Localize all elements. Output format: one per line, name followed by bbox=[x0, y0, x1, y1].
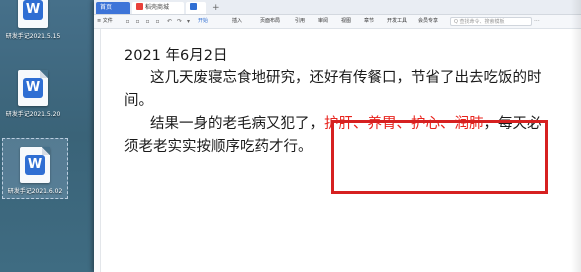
print-icon[interactable]: ▫ bbox=[134, 18, 141, 25]
word-doc-icon bbox=[190, 3, 197, 10]
desktop-file-icon-0515[interactable]: W 研发手记2021.5.15 bbox=[0, 0, 66, 40]
docer-icon bbox=[136, 3, 143, 10]
file-caption: 研发手记2021.5.15 bbox=[5, 33, 61, 40]
dropdown-chevron-icon[interactable]: ▾ bbox=[185, 18, 192, 25]
word-document-icon: W bbox=[18, 70, 48, 106]
menu-item-layout[interactable]: 页面布局 bbox=[260, 15, 280, 28]
word-document-icon: W bbox=[18, 0, 48, 28]
menu-item-review[interactable]: 审阅 bbox=[318, 15, 328, 28]
menu-item-developer[interactable]: 开发工具 bbox=[387, 15, 407, 28]
paragraph-1-line-2: 间。 bbox=[124, 93, 153, 109]
desktop-file-icon-0520[interactable]: W 研发手记2021.5.20 bbox=[0, 70, 66, 118]
menu-item-references[interactable]: 引用 bbox=[295, 15, 305, 28]
tab-docer-store[interactable]: 稻壳商城 bbox=[132, 2, 184, 14]
new-tab-button[interactable]: + bbox=[208, 2, 220, 14]
word-document-icon: W bbox=[20, 147, 50, 183]
desktop: W 研发手记2021.5.15 W 研发手记2021.5.20 W 研发手记20… bbox=[0, 0, 100, 272]
more-options-icon[interactable]: ··· bbox=[534, 15, 540, 28]
menu-item-home[interactable]: 开始 bbox=[198, 15, 208, 28]
preview-icon[interactable]: ▫ bbox=[144, 18, 151, 25]
wps-writer-window: 首页 稻壳商城 + ≡ 文件 ▫ ▫ ▫ ▫ ↶ ↷ ▾ 开始 插入 页面布局 … bbox=[94, 0, 581, 272]
window-edge-shadow bbox=[571, 0, 581, 272]
command-search-input[interactable]: Q 查找命令、搜索模板 bbox=[450, 17, 532, 26]
file-caption: 研发手记2021.5.20 bbox=[5, 111, 61, 118]
tab-docer-label: 稻壳商城 bbox=[145, 4, 170, 11]
document-page[interactable]: 2021 年6月2日 这几天废寝忘食地研究，还好有传餐口，节省了出去吃饭的时 间… bbox=[101, 29, 581, 272]
vertical-ruler bbox=[94, 29, 101, 272]
desktop-file-icon-0602[interactable]: W 研发手记2021.6.02 bbox=[2, 138, 68, 199]
annotation-highlight-box bbox=[331, 120, 548, 194]
format-painter-icon[interactable]: ▫ bbox=[154, 18, 161, 25]
menu-item-view[interactable]: 视图 bbox=[341, 15, 351, 28]
menu-item-insert[interactable]: 插入 bbox=[232, 15, 242, 28]
tab-bar: 首页 稻壳商城 + bbox=[94, 0, 581, 15]
date-line: 2021 年6月2日 bbox=[124, 48, 228, 64]
redo-icon[interactable]: ↷ bbox=[176, 18, 183, 25]
paragraph-2-line-2: 须老老实实按顺序吃药才行。 bbox=[124, 139, 313, 155]
undo-icon[interactable]: ↶ bbox=[166, 18, 173, 25]
tab-document[interactable] bbox=[186, 2, 206, 14]
menu-bar: ≡ 文件 ▫ ▫ ▫ ▫ ↶ ↷ ▾ 开始 插入 页面布局 引用 审阅 视图 章… bbox=[94, 15, 581, 29]
save-icon[interactable]: ▫ bbox=[124, 18, 131, 25]
paragraph-1-line-1: 这几天废寝忘食地研究，还好有传餐口，节省了出去吃饭的时 bbox=[150, 70, 542, 86]
menu-file[interactable]: ≡ 文件 bbox=[97, 15, 113, 28]
paragraph-2-text-before: 结果一身的老毛病又犯了， bbox=[150, 116, 324, 132]
file-caption: 研发手记2021.6.02 bbox=[7, 188, 63, 195]
menu-item-chapter[interactable]: 章节 bbox=[364, 15, 374, 28]
menu-item-member[interactable]: 会员专享 bbox=[418, 15, 438, 28]
tab-home[interactable]: 首页 bbox=[96, 2, 130, 14]
